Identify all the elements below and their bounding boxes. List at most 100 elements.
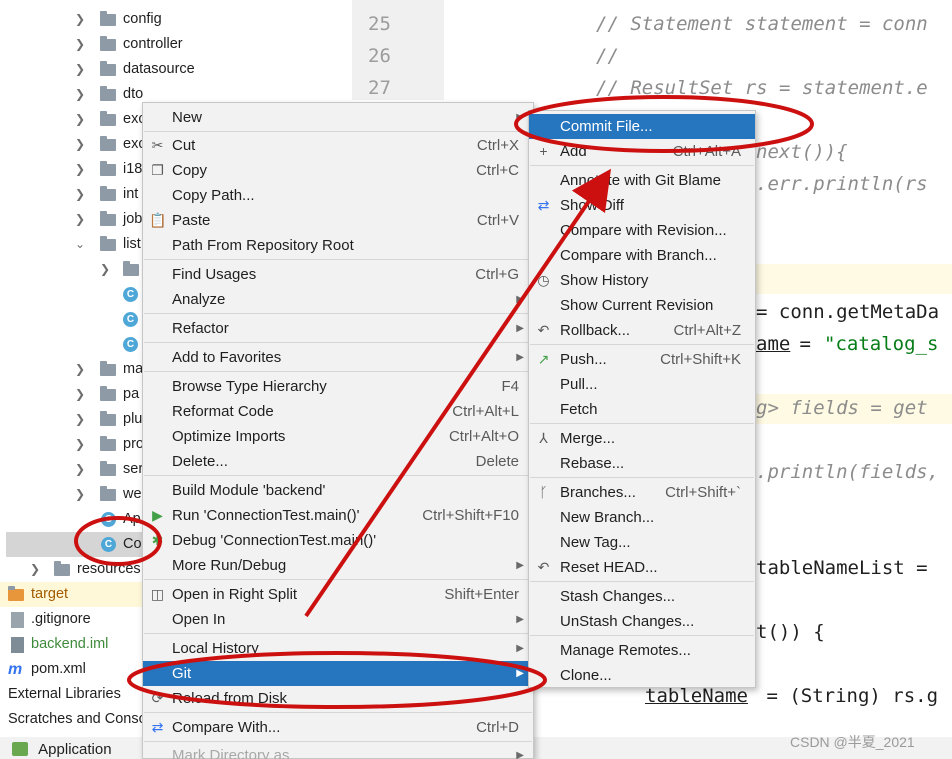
menu-item-analyze[interactable]: Analyze ▶ <box>143 287 533 312</box>
menu-item-stash-changes[interactable]: Stash Changes... <box>529 584 755 609</box>
chevron-right-icon[interactable]: ❯ <box>74 107 86 132</box>
chevron-right-icon[interactable]: ❯ <box>99 257 111 282</box>
menu-item-delete[interactable]: Delete... Delete <box>143 449 533 474</box>
menu-item-open-right-split[interactable]: ◫ Open in Right Split Shift+Enter <box>143 582 533 607</box>
chevron-right-icon[interactable]: ❯ <box>74 182 86 207</box>
menu-item-merge[interactable]: ⅄ Merge... <box>529 426 755 451</box>
menu-separator <box>144 342 532 343</box>
menu-label: Reload from Disk <box>172 690 288 707</box>
menu-item-branches[interactable]: ᚴ Branches... Ctrl+Shift+` <box>529 480 755 505</box>
tab-application[interactable]: Application <box>12 740 112 759</box>
menu-item-browse-type-hierarchy[interactable]: Browse Type Hierarchy F4 <box>143 374 533 399</box>
menu-item-more-run-debug[interactable]: More Run/Debug ▶ <box>143 553 533 578</box>
menu-item-reload-from-disk[interactable]: ⟳ Reload from Disk <box>143 686 533 711</box>
menu-separator <box>144 633 532 634</box>
diff-icon: ⇄ <box>537 197 550 213</box>
menu-item-clone[interactable]: Clone... <box>529 663 755 688</box>
menu-item-build-module[interactable]: Build Module 'backend' <box>143 478 533 503</box>
context-menu: New ▶ ✂ Cut Ctrl+X ❐ Copy Ctrl+C Copy Path...… <box>142 102 534 759</box>
menu-item-refactor[interactable]: Refactor ▶ <box>143 316 533 341</box>
chevron-right-icon[interactable]: ❯ <box>29 557 41 582</box>
menu-shortcut: Ctrl+V <box>476 212 519 229</box>
tree-item-label: plu <box>123 411 143 427</box>
menu-item-fetch[interactable]: Fetch <box>529 397 755 422</box>
chevron-right-icon[interactable]: ❯ <box>74 82 86 107</box>
menu-item-new-tag[interactable]: New Tag... <box>529 530 755 555</box>
chevron-right-icon[interactable]: ❯ <box>74 207 86 232</box>
menu-item-paste[interactable]: 📋 Paste Ctrl+V <box>143 208 533 233</box>
menu-item-push[interactable]: ↗ Push... Ctrl+Shift+K <box>529 347 755 372</box>
menu-item-rebase[interactable]: Rebase... <box>529 451 755 476</box>
menu-item-debug[interactable]: ✱ Debug 'ConnectionTest.main()' <box>143 528 533 553</box>
tree-item-label: pa <box>123 386 140 402</box>
menu-item-rollback[interactable]: ↶ Rollback... Ctrl+Alt+Z <box>529 318 755 343</box>
menu-item-add[interactable]: + Add Ctrl+Alt+A <box>529 139 755 164</box>
menu-label: Fetch <box>560 401 598 418</box>
menu-item-optimize-imports[interactable]: Optimize Imports Ctrl+Alt+O <box>143 424 533 449</box>
menu-item-reset-head[interactable]: ↶ Reset HEAD... <box>529 555 755 580</box>
menu-item-compare-with[interactable]: ⇄ Compare With... Ctrl+D <box>143 715 533 740</box>
chevron-down-icon[interactable]: ⌄ <box>74 232 86 257</box>
reload-icon: ⟳ <box>151 690 164 706</box>
tree-item-config[interactable]: ❯ config <box>0 7 352 32</box>
menu-item-new-branch[interactable]: New Branch... <box>529 505 755 530</box>
chevron-right-icon[interactable]: ❯ <box>74 382 86 407</box>
menu-shortcut: Ctrl+G <box>475 266 519 283</box>
class-icon: C <box>123 287 138 302</box>
menu-label: Copy <box>172 162 208 179</box>
code-line: g> fields = get <box>756 397 928 419</box>
folder-icon <box>100 411 116 426</box>
submenu-arrow-icon: ▶ <box>516 643 524 654</box>
menu-label: Paste <box>172 212 211 229</box>
chevron-right-icon[interactable]: ❯ <box>74 32 86 57</box>
menu-item-local-history[interactable]: Local History ▶ <box>143 636 533 661</box>
menu-item-compare-branch[interactable]: Compare with Branch... <box>529 243 755 268</box>
tree-item-label: Ap <box>123 511 141 527</box>
chevron-right-icon[interactable]: ❯ <box>74 57 86 82</box>
menu-item-manage-remotes[interactable]: Manage Remotes... <box>529 638 755 663</box>
folder-icon <box>100 86 116 101</box>
chevron-right-icon[interactable]: ❯ <box>74 157 86 182</box>
menu-item-show-history[interactable]: ◷ Show History <box>529 268 755 293</box>
split-icon: ◫ <box>150 586 165 602</box>
menu-item-unstash-changes[interactable]: UnStash Changes... <box>529 609 755 634</box>
tree-item-controller[interactable]: ❯ controller <box>0 32 352 57</box>
menu-item-git[interactable]: Git ▶ <box>143 661 533 686</box>
menu-item-annotate[interactable]: Annotate with Git Blame <box>529 168 755 193</box>
menu-label: New Branch... <box>560 509 655 526</box>
chevron-right-icon[interactable]: ❯ <box>74 7 86 32</box>
menu-item-path-from-root[interactable]: Path From Repository Root <box>143 233 533 258</box>
chevron-right-icon[interactable]: ❯ <box>74 407 86 432</box>
menu-label: Path From Repository Root <box>172 237 354 254</box>
menu-item-copy[interactable]: ❐ Copy Ctrl+C <box>143 158 533 183</box>
maven-icon: m <box>8 661 23 678</box>
tree-item-label: pom.xml <box>31 661 86 677</box>
menu-item-compare-revision[interactable]: Compare with Revision... <box>529 218 755 243</box>
folder-icon <box>123 261 139 276</box>
chevron-right-icon[interactable]: ❯ <box>74 132 86 157</box>
chevron-right-icon[interactable]: ❯ <box>74 482 86 507</box>
menu-item-run[interactable]: ▶ Run 'ConnectionTest.main()' Ctrl+Shift+F… <box>143 503 533 528</box>
chevron-right-icon[interactable]: ❯ <box>74 357 86 382</box>
watermark: CSDN @半夏_2021 <box>790 734 915 750</box>
menu-item-pull[interactable]: Pull... <box>529 372 755 397</box>
folder-icon <box>100 236 116 251</box>
menu-item-open-in[interactable]: Open In ▶ <box>143 607 533 632</box>
menu-item-find-usages[interactable]: Find Usages Ctrl+G <box>143 262 533 287</box>
menu-item-add-to-favorites[interactable]: Add to Favorites ▶ <box>143 345 533 370</box>
menu-label: Compare with Branch... <box>560 247 717 264</box>
menu-item-copy-path[interactable]: Copy Path... <box>143 183 533 208</box>
menu-item-show-diff[interactable]: ⇄ Show Diff <box>529 193 755 218</box>
chevron-right-icon[interactable]: ❯ <box>74 432 86 457</box>
menu-item-cut[interactable]: ✂ Cut Ctrl+X <box>143 133 533 158</box>
chevron-right-icon[interactable]: ❯ <box>74 457 86 482</box>
tree-item-datasource[interactable]: ❯ datasource <box>0 57 352 82</box>
menu-item-commit-file[interactable]: Commit File... <box>529 114 755 139</box>
menu-item-reformat-code[interactable]: Reformat Code Ctrl+Alt+L <box>143 399 533 424</box>
tree-item-label: target <box>31 586 69 602</box>
menu-item-show-current-revision[interactable]: Show Current Revision <box>529 293 755 318</box>
menu-shortcut: Ctrl+Alt+Z <box>673 322 741 339</box>
menu-label: Add to Favorites <box>172 349 282 366</box>
menu-item-new[interactable]: New ▶ <box>143 105 533 130</box>
submenu-arrow-icon: ▶ <box>516 750 524 759</box>
